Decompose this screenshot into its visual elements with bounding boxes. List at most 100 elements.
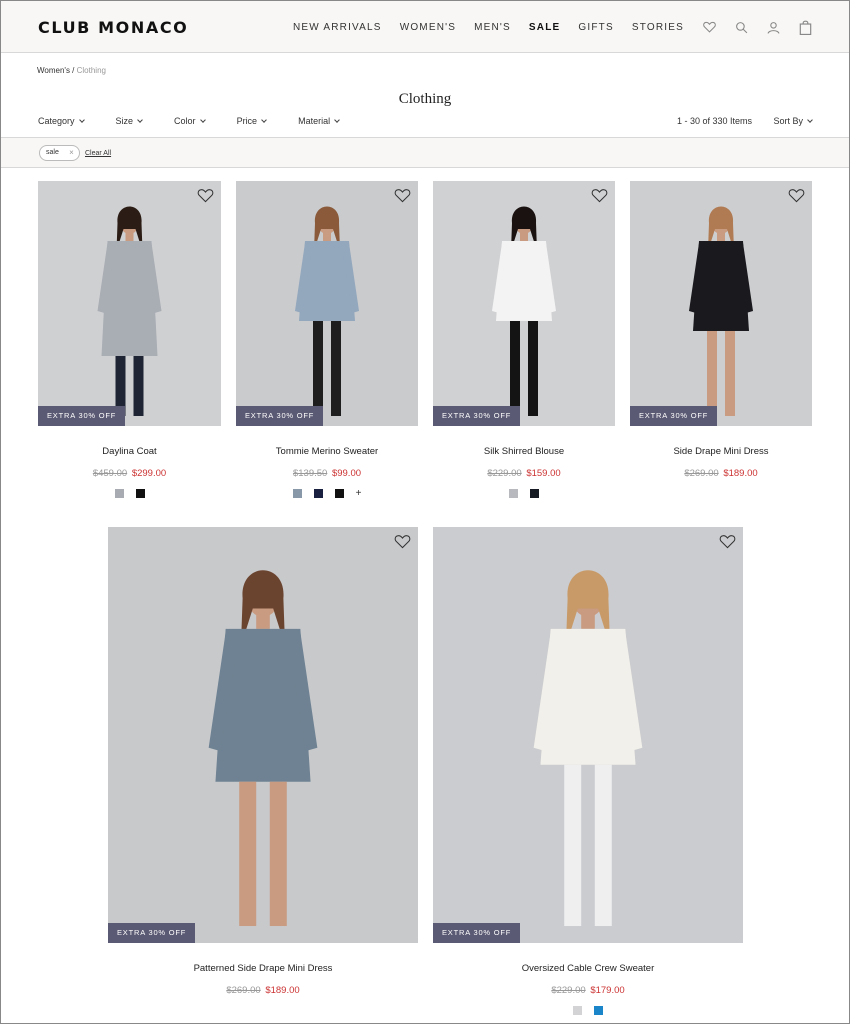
filter-label: Color	[174, 116, 196, 126]
color-swatches	[38, 488, 221, 498]
wishlist-heart-icon[interactable]	[788, 188, 805, 208]
color-swatch[interactable]	[334, 488, 344, 498]
brand-logo[interactable]: CLUB MONACO	[38, 18, 188, 37]
product-name[interactable]: Side Drape Mini Dress	[630, 446, 812, 457]
breadcrumb-womens[interactable]: Women's	[37, 66, 70, 75]
product-image[interactable]: EXTRA 30% OFF	[630, 181, 812, 426]
filter-label: Material	[298, 116, 331, 126]
sort-dropdown[interactable]: Sort By	[773, 116, 813, 126]
clear-all-link[interactable]: Clear All	[85, 150, 111, 157]
product-price: $229.00 $159.00	[433, 468, 615, 479]
color-swatches: +	[236, 488, 418, 498]
chevron-down-icon	[199, 116, 206, 123]
user-icon[interactable]	[765, 19, 781, 35]
product-card[interactable]: EXTRA 30% OFF Tommie Merino Sweater $139…	[236, 181, 418, 498]
promo-badge: EXTRA 30% OFF	[38, 406, 126, 426]
product-image[interactable]: EXTRA 30% OFF	[38, 181, 221, 426]
nav-gifts[interactable]: GIFTS	[578, 22, 613, 33]
original-price: $269.00	[684, 468, 719, 479]
color-swatch[interactable]	[573, 1005, 582, 1015]
nav-sale[interactable]: SALE	[529, 22, 560, 33]
product-image[interactable]: EXTRA 30% OFF	[433, 181, 615, 426]
wishlist-heart-icon[interactable]	[197, 188, 214, 208]
sale-price: $189.00	[265, 985, 300, 996]
close-icon[interactable]: ×	[69, 146, 74, 160]
chevron-down-icon	[261, 116, 267, 123]
color-swatches	[630, 488, 812, 498]
product-card[interactable]: EXTRA 30% OFF Side Drape Mini Dress $269…	[630, 181, 812, 498]
product-photo-figure	[295, 206, 359, 416]
promo-badge: EXTRA 30% OFF	[433, 406, 521, 426]
active-filter-chip[interactable]: sale ×	[39, 145, 80, 161]
original-price: $229.00	[487, 468, 522, 479]
color-swatch[interactable]	[114, 488, 124, 498]
product-name[interactable]: Tommie Merino Sweater	[236, 446, 418, 457]
product-card[interactable]: EXTRA 30% OFF Oversized Cable Crew Sweat…	[433, 527, 743, 1015]
product-card[interactable]: EXTRA 30% OFF Daylina Coat $459.00 $299.…	[38, 181, 221, 498]
product-photo-figure	[689, 206, 753, 416]
color-swatch[interactable]	[509, 488, 518, 498]
bag-icon[interactable]	[797, 19, 813, 35]
product-image[interactable]: EXTRA 30% OFF	[236, 181, 418, 426]
breadcrumb-separator: /	[69, 66, 77, 75]
product-price: $229.00 $179.00	[433, 985, 743, 996]
wishlist-heart-icon[interactable]	[394, 534, 411, 554]
filter-price[interactable]: Price	[237, 116, 267, 126]
chevron-down-icon	[78, 116, 85, 123]
nav-mens[interactable]: MEN'S	[474, 22, 511, 33]
page-title: Clothing	[398, 91, 452, 107]
sale-price: $299.00	[131, 468, 167, 479]
search-icon[interactable]	[733, 19, 749, 35]
main-nav: NEW ARRIVALS WOMEN'S MEN'S SALE GIFTS ST…	[293, 22, 684, 33]
chevron-down-icon	[137, 116, 143, 123]
product-name[interactable]: Daylina Coat	[38, 446, 221, 457]
product-price: $269.00 $189.00	[108, 985, 418, 996]
site-header: CLUB MONACO NEW ARRIVALS WOMEN'S MEN'S S…	[1, 1, 849, 53]
color-swatch[interactable]	[530, 488, 539, 498]
sale-price: $99.00	[331, 468, 362, 479]
color-swatch[interactable]	[313, 488, 323, 498]
original-price: $229.00	[551, 985, 586, 996]
product-price: $459.00 $299.00	[38, 468, 221, 479]
wishlist-heart-icon[interactable]	[394, 188, 411, 208]
promo-badge: EXTRA 30% OFF	[630, 406, 718, 426]
product-photo-figure	[208, 570, 318, 927]
product-name[interactable]: Patterned Side Drape Mini Dress	[108, 963, 418, 974]
filter-label: Size	[115, 116, 134, 126]
product-name[interactable]: Oversized Cable Crew Sweater	[433, 963, 743, 974]
product-name[interactable]: Silk Shirred Blouse	[433, 446, 615, 457]
wishlist-heart-icon[interactable]	[591, 188, 608, 208]
color-swatches	[433, 488, 615, 498]
nav-womens[interactable]: WOMEN'S	[400, 22, 456, 33]
original-price: $459.00	[92, 468, 128, 479]
chevron-down-icon	[334, 116, 340, 123]
original-price: $269.00	[226, 985, 261, 996]
filter-color[interactable]: Color	[174, 116, 206, 126]
filter-category[interactable]: Category	[38, 116, 85, 126]
more-colors-link[interactable]: +	[356, 488, 362, 498]
color-swatches	[108, 1005, 418, 1015]
product-card[interactable]: EXTRA 30% OFF Silk Shirred Blouse $229.0…	[433, 181, 615, 498]
wishlist-heart-icon[interactable]	[719, 534, 736, 554]
promo-badge: EXTRA 30% OFF	[433, 923, 521, 943]
heart-icon[interactable]	[701, 19, 717, 35]
filter-bar: Category Size Color Price Material	[38, 116, 371, 126]
color-swatch[interactable]	[292, 488, 302, 498]
sale-price: $159.00	[526, 468, 561, 479]
breadcrumb-current: Clothing	[76, 66, 106, 75]
nav-stories[interactable]: STORIES	[632, 22, 684, 33]
filter-label: Category	[38, 116, 75, 126]
color-swatch[interactable]	[594, 1005, 603, 1015]
nav-new-arrivals[interactable]: NEW ARRIVALS	[293, 22, 382, 33]
sale-price: $179.00	[590, 985, 625, 996]
product-photo-figure	[97, 206, 162, 416]
filter-material[interactable]: Material	[298, 116, 340, 126]
color-swatch[interactable]	[135, 488, 145, 498]
product-card[interactable]: EXTRA 30% OFF Patterned Side Drape Mini …	[108, 527, 418, 1015]
product-image[interactable]: EXTRA 30% OFF	[108, 527, 418, 943]
breadcrumb: Women's / Clothing	[37, 66, 106, 75]
sale-price: $189.00	[723, 468, 758, 479]
filter-size[interactable]: Size	[116, 116, 143, 126]
active-filters-bar: sale × Clear All	[1, 137, 849, 168]
product-image[interactable]: EXTRA 30% OFF	[433, 527, 743, 943]
